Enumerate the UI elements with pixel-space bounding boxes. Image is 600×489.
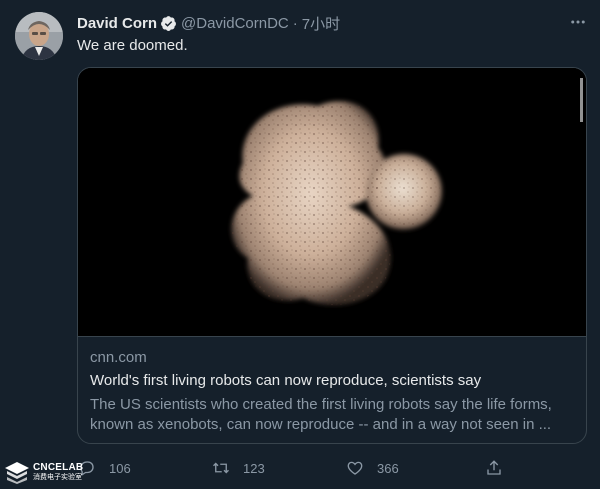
watermark-subtext: 消费电子实验室 <box>33 474 82 481</box>
tweet[interactable]: David Corn @DavidCornDC · 7小时 We are doo… <box>0 0 600 489</box>
reply-button[interactable]: 106 <box>78 455 131 481</box>
verified-icon <box>161 15 176 31</box>
watermark-text: CNCELAB <box>33 462 84 473</box>
tweet-actions: 106 123 366 <box>0 455 600 481</box>
author-handle[interactable]: @DavidCornDC <box>181 15 289 32</box>
card-image[interactable] <box>78 68 586 336</box>
like-icon <box>347 461 363 475</box>
avatar[interactable] <box>15 12 63 60</box>
link-preview-card[interactable]: cnn.com World's first living robots can … <box>77 67 587 444</box>
share-button[interactable] <box>485 455 516 481</box>
retweet-button[interactable]: 123 <box>212 455 265 481</box>
xenobots-image <box>78 68 586 336</box>
watermark-logo-icon <box>5 462 29 484</box>
like-count: 366 <box>377 460 399 476</box>
avatar-image <box>15 12 63 60</box>
card-divider <box>78 336 586 337</box>
watermark: CNCELAB 消费电子实验室 <box>4 459 83 487</box>
tweet-timestamp[interactable]: 7小时 <box>302 13 340 34</box>
more-icon <box>571 20 585 24</box>
author-name[interactable]: David Corn <box>77 15 157 32</box>
retweet-count: 123 <box>243 460 265 476</box>
card-domain: cnn.com <box>90 349 147 366</box>
card-description: The US scientists who created the first … <box>90 396 552 433</box>
retweet-icon <box>213 462 229 474</box>
tweet-header: David Corn @DavidCornDC · 7小时 <box>77 13 340 33</box>
tweet-text: We are doomed. <box>77 37 188 54</box>
reply-count: 106 <box>109 460 131 476</box>
card-title[interactable]: World's first living robots can now repr… <box>90 372 481 389</box>
like-button[interactable]: 366 <box>346 455 399 481</box>
header-separator: · <box>292 14 298 32</box>
share-icon <box>487 460 501 475</box>
more-options-button[interactable] <box>566 10 590 34</box>
